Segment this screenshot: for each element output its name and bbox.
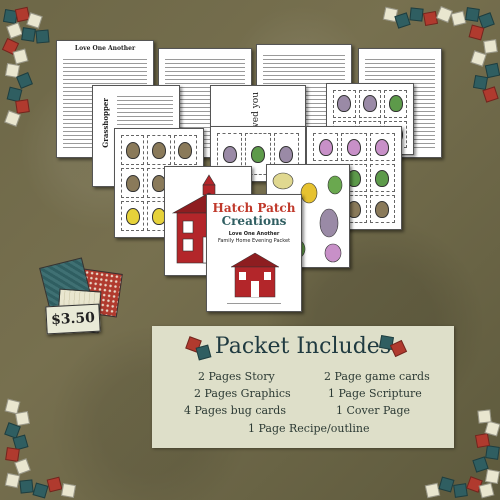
cover-schoolhouse-icon bbox=[230, 252, 280, 298]
patchwork-square bbox=[474, 432, 491, 449]
patchwork-square bbox=[12, 48, 29, 65]
patchwork-square bbox=[19, 479, 34, 494]
patchwork-square bbox=[470, 50, 487, 67]
bug-card bbox=[313, 133, 339, 161]
patchwork-square bbox=[450, 10, 467, 27]
cover-page: Hatch Patch Creations Love One Another F… bbox=[206, 194, 302, 312]
bug-card bbox=[369, 195, 395, 223]
bug-card bbox=[384, 90, 407, 118]
patchwork-square bbox=[32, 482, 49, 499]
patchwork-square bbox=[35, 29, 50, 44]
side-label: Grasshopper bbox=[101, 98, 110, 148]
patchwork-square bbox=[422, 10, 439, 27]
patchwork-square bbox=[26, 12, 43, 29]
bug-card bbox=[173, 135, 197, 165]
includes-item: 1 Cover Page bbox=[336, 404, 411, 417]
patchwork-square bbox=[409, 7, 424, 22]
patchwork-square bbox=[468, 24, 485, 41]
patchwork-square bbox=[485, 445, 500, 460]
patchwork-square bbox=[478, 482, 495, 499]
patchwork-square bbox=[484, 468, 500, 485]
brand-logo-line-1: Hatch Patch bbox=[212, 201, 296, 215]
patchwork-square bbox=[472, 74, 489, 91]
bug-card bbox=[147, 135, 171, 165]
bug-card bbox=[341, 133, 367, 161]
story-page-heading: Love One Another bbox=[74, 45, 136, 52]
brand-logo-line-2: Creations bbox=[221, 214, 287, 228]
patchwork-square bbox=[46, 476, 63, 493]
patchwork-square bbox=[465, 7, 480, 22]
product-advert-canvas: Love One Another Grasshopper as I have l… bbox=[0, 0, 500, 500]
includes-item: 2 Pages Graphics bbox=[194, 387, 291, 400]
includes-item: 1 Page Recipe/outline bbox=[248, 422, 370, 435]
bug-card bbox=[369, 133, 395, 161]
patchwork-square bbox=[424, 482, 441, 499]
bug-card bbox=[121, 201, 145, 231]
includes-item: 1 Page Scripture bbox=[328, 387, 422, 400]
bug-card bbox=[369, 164, 395, 192]
patchwork-square bbox=[453, 483, 468, 498]
patchwork-square bbox=[4, 472, 21, 489]
includes-item: 2 Page game cards bbox=[324, 370, 430, 383]
patchwork-square bbox=[394, 12, 411, 29]
patchwork-square bbox=[21, 27, 36, 42]
patchwork-square bbox=[60, 482, 77, 499]
patchwork-square bbox=[5, 447, 20, 462]
bug-card bbox=[121, 168, 145, 198]
patchwork-square bbox=[483, 39, 498, 54]
patchwork-square bbox=[484, 62, 500, 79]
patchwork-square bbox=[482, 86, 499, 103]
patchwork-square bbox=[477, 409, 492, 424]
includes-item: 4 Pages bug cards bbox=[184, 404, 286, 417]
includes-item: 2 Pages Story bbox=[198, 370, 275, 383]
cover-credit-lines bbox=[227, 301, 281, 307]
patchwork-square bbox=[6, 22, 23, 39]
patchwork-square bbox=[15, 99, 30, 114]
patchwork-square bbox=[16, 72, 33, 89]
cover-subtitle: Family Home Evening Packet bbox=[217, 238, 291, 244]
bug-card bbox=[358, 90, 382, 118]
cover-title: Love One Another bbox=[228, 231, 280, 237]
patchwork-square bbox=[14, 458, 31, 475]
bug-card bbox=[333, 90, 356, 118]
patchwork-square bbox=[14, 410, 31, 427]
bug-card bbox=[121, 135, 145, 165]
price-tag: $3.50 bbox=[45, 303, 101, 335]
